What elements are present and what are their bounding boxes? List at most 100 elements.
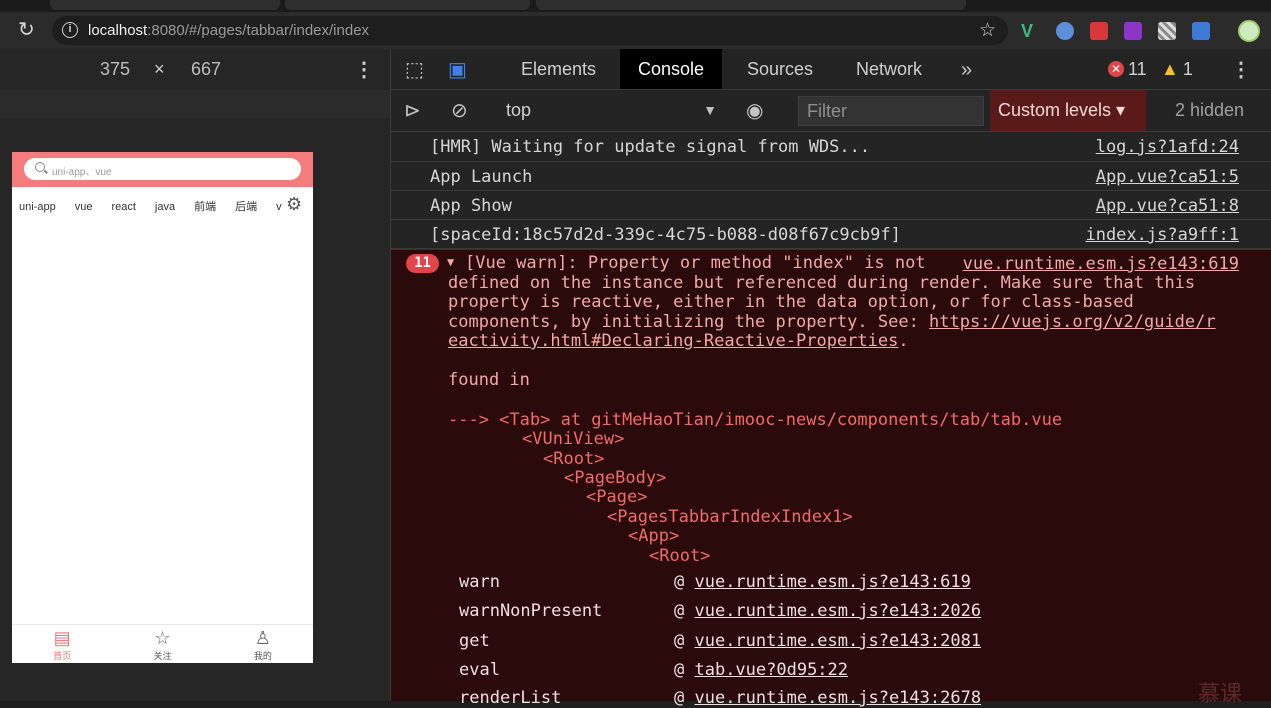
tabbar-item-home[interactable]: ▤ 首页	[12, 625, 112, 663]
message-text: App Launch	[430, 167, 533, 187]
console-toolbar: ⊳ ⊘ top ▼ ◉ Filter Custom levels ▾ 2 hidd…	[391, 90, 1271, 132]
tab-console[interactable]: Console	[620, 49, 723, 89]
error-text: eactivity.html#Declaring-Reactive-Proper…	[448, 331, 909, 351]
tabbar-item-follow[interactable]: ☆ 关注	[112, 625, 212, 663]
more-tabs-icon[interactable]: »	[961, 59, 985, 81]
extension-icon[interactable]	[1090, 22, 1108, 40]
dimension-separator: ×	[154, 59, 165, 79]
app-header: uni-app、vue	[12, 152, 313, 187]
clear-console-icon[interactable]: ⊘	[451, 100, 468, 122]
error-text: defined on the instance but referenced d…	[448, 273, 1196, 293]
category-tab[interactable]: react	[111, 201, 135, 213]
error-icon: ✕	[1108, 61, 1124, 77]
device-toggle-icon[interactable]: ▣	[448, 59, 472, 81]
star-icon: ☆	[154, 628, 171, 648]
source-link[interactable]: vue.runtime.esm.js?e143:2678	[694, 688, 981, 708]
devtools-menu-icon[interactable]: ⋮	[1231, 59, 1255, 81]
component-tree-line: <Root>	[649, 546, 711, 566]
error-message: 11 ▼ [Vue warn]: Property or method "ind…	[391, 249, 1271, 708]
source-link[interactable]: vue.runtime.esm.js?e143:619	[963, 254, 1239, 274]
tab-elements[interactable]: Elements	[503, 49, 614, 89]
extension-icon[interactable]	[1124, 22, 1142, 40]
reload-icon[interactable]: ↻	[18, 20, 38, 40]
browser-tab[interactable]	[285, 0, 530, 10]
console-output: [HMR] Waiting for update signal from WDS…	[391, 132, 1271, 708]
stack-function: eval	[459, 660, 500, 680]
source-link[interactable]: tab.vue?0d95:22	[694, 660, 848, 680]
warning-count-badge[interactable]: ▲ 1	[1161, 59, 1193, 80]
error-text: components, by initializing the property…	[448, 312, 1216, 332]
source-link[interactable]: vue.runtime.esm.js?e143:2081	[694, 631, 981, 651]
browser-tab[interactable]	[50, 0, 280, 10]
viewport-ruler	[0, 90, 390, 118]
source-link[interactable]: vue.runtime.esm.js?e143:2026	[694, 601, 981, 621]
component-tree-line: <Page>	[586, 487, 648, 507]
log-levels-select[interactable]: Custom levels ▾	[990, 90, 1146, 131]
message-text: App Show	[430, 196, 512, 216]
search-icon	[35, 162, 45, 172]
browser-tab[interactable]	[536, 0, 966, 10]
component-tree-line: <VUniView>	[522, 429, 625, 449]
tabbar-label: 我的	[253, 651, 272, 661]
component-tree-line: <PageBody>	[564, 468, 667, 488]
search-input[interactable]: uni-app、vue	[24, 158, 301, 180]
category-tab[interactable]: uni-app	[19, 201, 56, 213]
category-tabs: uni-app vue react java 前端 后端 vue	[12, 197, 282, 213]
source-link[interactable]: App.vue?ca51:8	[1096, 196, 1239, 216]
component-tree-line: <Root>	[543, 449, 605, 469]
vue-devtools-extension-icon[interactable]: V	[1021, 22, 1039, 40]
devtools-tabbar: ⬚ ▣ Elements Console Sources Network » ✕…	[391, 49, 1271, 90]
inspect-element-icon[interactable]: ⬚	[405, 59, 429, 81]
context-select[interactable]: top ▼	[493, 90, 725, 131]
category-tab[interactable]: vue	[276, 201, 282, 213]
chevron-down-icon: ▼	[703, 102, 717, 118]
category-tab[interactable]: java	[155, 201, 175, 213]
eye-icon[interactable]: ◉	[746, 100, 763, 122]
browser-tab-strip	[0, 0, 1271, 12]
tab-sources[interactable]: Sources	[729, 49, 831, 89]
console-message: [spaceId:18c57d2d-339c-4c75-b088-d08f67c…	[391, 220, 1271, 249]
extension-icon[interactable]	[1056, 22, 1074, 40]
sidebar-toggle-icon[interactable]: ⊳	[404, 100, 421, 122]
category-tab[interactable]: 前端	[194, 198, 216, 213]
message-text: [HMR] Waiting for update signal from WDS…	[430, 137, 871, 157]
error-count-badge[interactable]: ✕ 11	[1108, 59, 1147, 80]
category-tab[interactable]: 后端	[235, 198, 257, 213]
filter-input[interactable]: Filter	[798, 96, 984, 126]
site-info-icon[interactable]: i	[62, 22, 78, 38]
stack-function: get	[459, 631, 490, 651]
tab-network[interactable]: Network	[838, 49, 940, 89]
bottom-tabbar: ▤ 首页 ☆ 关注 ♙ 我的	[12, 624, 313, 663]
error-text: property is reactive, either in the data…	[448, 292, 1134, 312]
source-link[interactable]: App.vue?ca51:5	[1096, 167, 1239, 187]
device-height[interactable]: 667	[191, 59, 221, 80]
component-tree-line: ---> <Tab> at gitMeHaoTian/imooc-news/co…	[448, 410, 1063, 430]
tabbar-label: 关注	[153, 651, 172, 661]
docs-link[interactable]: eactivity.html#Declaring-Reactive-Proper…	[448, 331, 898, 351]
category-tab[interactable]: vue	[75, 201, 93, 213]
bookmark-star-icon[interactable]: ☆	[979, 19, 996, 42]
tabbar-item-mine[interactable]: ♙ 我的	[213, 625, 313, 663]
docs-link[interactable]: https://vuejs.org/v2/guide/r	[929, 312, 1216, 332]
extension-icon[interactable]	[1192, 22, 1210, 40]
source-link[interactable]: index.js?a9ff:1	[1085, 225, 1239, 245]
qr-code-extension-icon[interactable]	[1158, 22, 1176, 40]
stack-function: warn	[459, 572, 500, 592]
component-tree-line: <PagesTabbarIndexIndex1>	[607, 507, 853, 527]
error-text: [Vue warn]: Property or method "index" i…	[465, 253, 926, 273]
browser-toolbar: ↻ i localhost:8080/#/pages/tabbar/index/…	[0, 12, 1271, 49]
phone-screen: uni-app、vue uni-app vue react java 前端 后端 vue ⚙…	[12, 152, 313, 663]
more-options-icon[interactable]: ⋮	[354, 57, 374, 82]
device-width[interactable]: 375	[100, 59, 130, 80]
gear-icon[interactable]: ⚙	[286, 195, 304, 213]
source-link[interactable]: vue.runtime.esm.js?e143:619	[694, 572, 970, 592]
device-toolbar: 375 × 667 ⋮	[0, 49, 390, 90]
stack-source: @ vue.runtime.esm.js?e143:2678	[674, 688, 982, 708]
profile-avatar[interactable]	[1238, 20, 1260, 42]
source-link[interactable]: log.js?1afd:24	[1096, 137, 1239, 157]
message-text: [spaceId:18c57d2d-339c-4c75-b088-d08f67c…	[430, 225, 901, 245]
console-message: [HMR] Waiting for update signal from WDS…	[391, 132, 1271, 162]
address-bar[interactable]: i localhost:8080/#/pages/tabbar/index/in…	[52, 16, 1008, 45]
stack-source: @ vue.runtime.esm.js?e143:2081	[674, 631, 982, 651]
expand-triangle-icon[interactable]: ▼	[447, 255, 454, 269]
